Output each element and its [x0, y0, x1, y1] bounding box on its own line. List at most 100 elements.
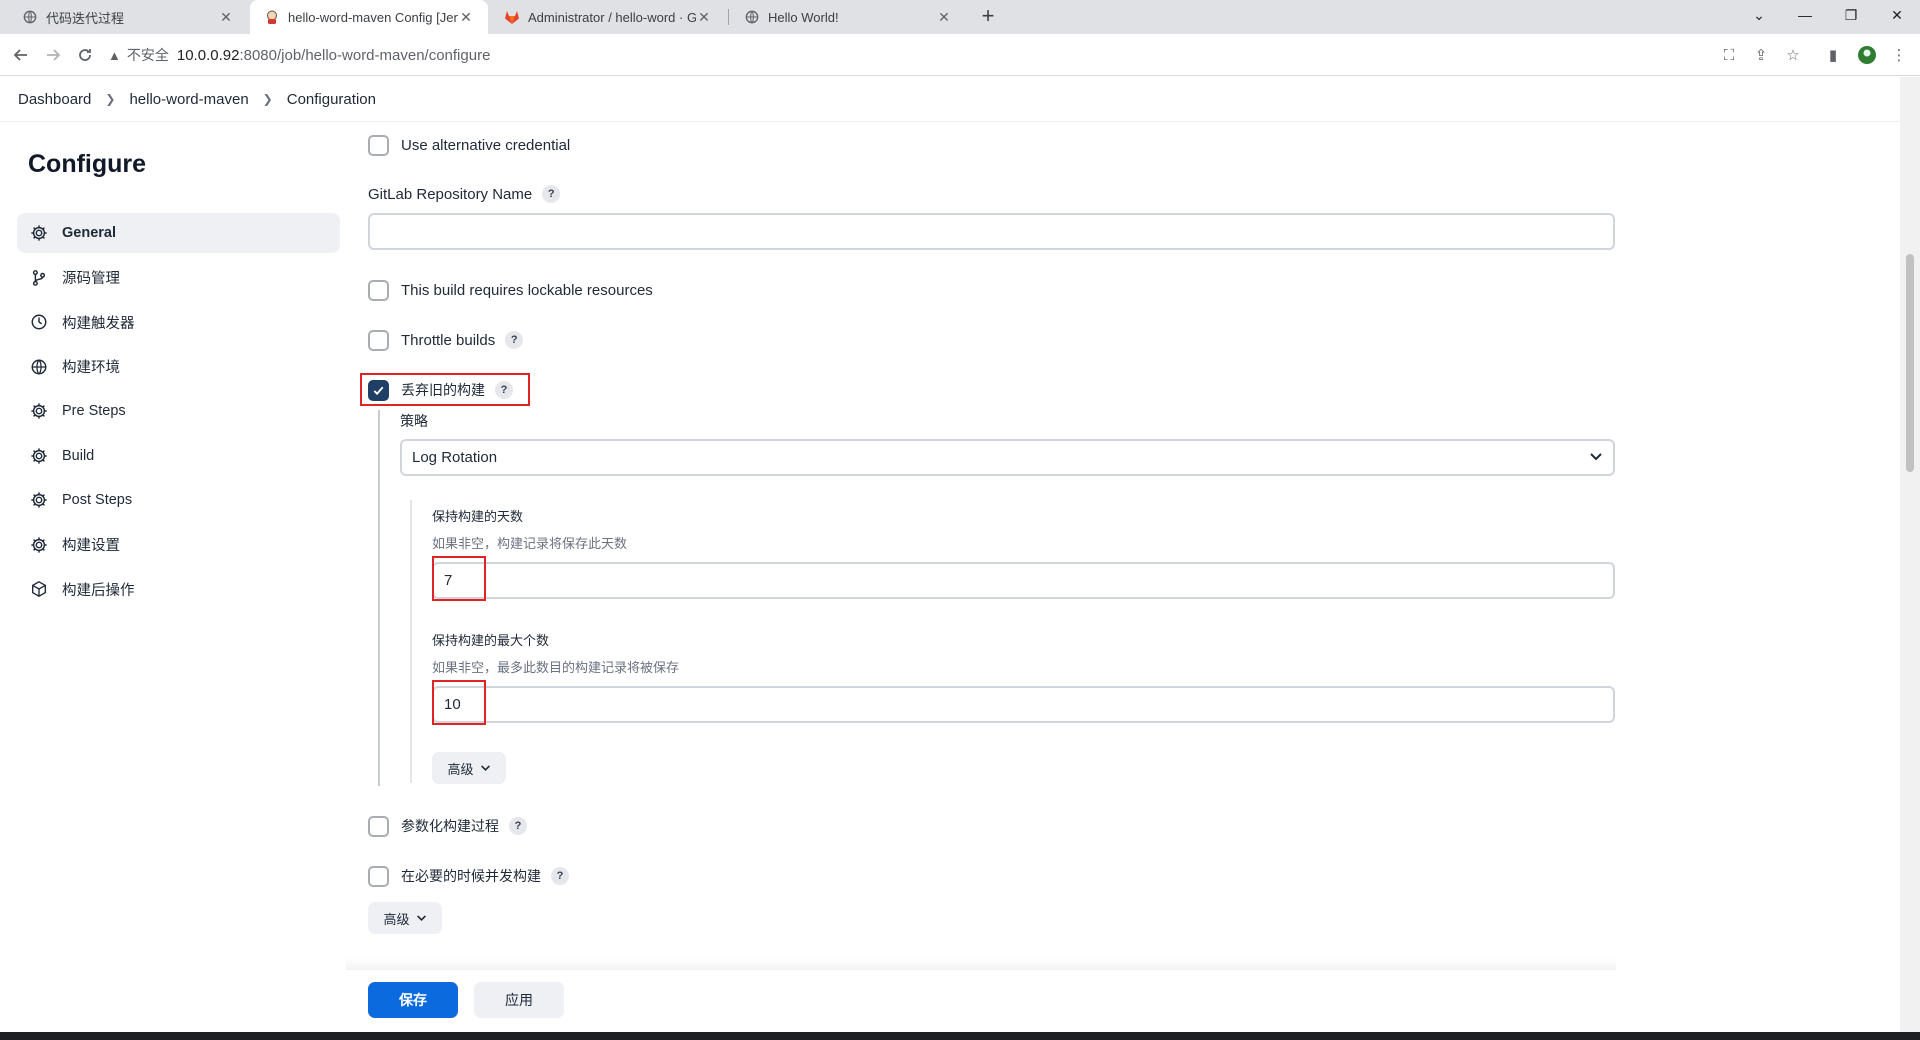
taskbar-edge	[0, 1032, 1920, 1040]
url-field[interactable]: ▲ 不安全 10.0.0.92 :8080/job/hello-word-mav…	[108, 40, 1708, 70]
sidebar-item-label: 构建环境	[62, 360, 120, 376]
share-icon[interactable]: ⇪	[1750, 44, 1772, 66]
parameterized-option: 参数化构建过程 ?	[368, 814, 527, 838]
back-button[interactable]	[8, 42, 34, 68]
sidebar-item-build-settings[interactable]: 构建设置	[17, 525, 340, 565]
forward-button[interactable]	[40, 42, 66, 68]
highlight-box	[432, 680, 486, 725]
jenkins-icon	[264, 9, 280, 25]
max-builds-input[interactable]: 10	[432, 686, 1615, 723]
browser-tab-bar: 代码迭代过程 ✕ hello-word-maven Config [Jen ✕ …	[0, 0, 1920, 34]
gitlab-repo-input[interactable]	[368, 213, 1615, 250]
gear-icon	[29, 446, 49, 466]
parameterized-checkbox[interactable]	[368, 815, 389, 837]
side-panel-icon[interactable]: ▮	[1822, 44, 1844, 66]
throttle-option: Throttle builds ?	[368, 328, 524, 352]
sidebar-item-post-build[interactable]: 构建后操作	[17, 569, 340, 609]
sidebar-item-label: 构建后操作	[62, 582, 135, 599]
scrollbar-track	[1900, 77, 1920, 1032]
days-to-keep-label: 保持构建的天数	[432, 509, 524, 524]
breadcrumb: Dashboard ❯ hello-word-maven ❯ Configura…	[0, 77, 1900, 122]
save-button[interactable]: 保存	[368, 982, 458, 1018]
lockable-option: This build requires lockable resources	[368, 278, 653, 302]
sidebar-nav: General 源码管理 构建触发器 构建环境 Pre Steps Build …	[17, 213, 340, 614]
lockable-checkbox[interactable]	[368, 279, 389, 301]
close-window-button[interactable]: ✕	[1874, 0, 1920, 30]
advanced-label: 高级	[447, 761, 474, 777]
minimize-button[interactable]: —	[1782, 0, 1828, 30]
alt-credential-option: Use alternative credential	[368, 133, 570, 157]
throttle-checkbox[interactable]	[368, 329, 389, 351]
gitlab-repo-label-row: GitLab Repository Name ?	[368, 181, 561, 207]
max-builds-label: 保持构建的最大个数	[432, 633, 550, 648]
lockable-label: This build requires lockable resources	[401, 281, 653, 299]
sidebar-item-pre-steps[interactable]: Pre Steps	[17, 391, 340, 431]
clock-icon	[29, 312, 49, 332]
url-host: 10.0.0.92	[176, 46, 240, 64]
days-to-keep-hint: 如果非空，构建记录将保存此天数	[432, 536, 628, 551]
strategy-select[interactable]: Log Rotation	[400, 439, 1615, 476]
breadcrumb-dashboard[interactable]: Dashboard	[18, 91, 91, 108]
gear-icon	[29, 490, 49, 510]
sidebar-item-build[interactable]: Build	[17, 436, 340, 476]
scrollbar-thumb[interactable]	[1906, 254, 1914, 472]
tab-title: Hello World!	[768, 9, 839, 25]
strategy-selected-value: Log Rotation	[412, 449, 498, 466]
days-to-keep-input[interactable]: 7	[432, 562, 1615, 599]
advanced-button-outer[interactable]: 高级	[368, 902, 442, 934]
browser-tab-active[interactable]: hello-word-maven Config [Jen ✕	[250, 0, 488, 34]
gitlab-repo-label: GitLab Repository Name	[368, 185, 533, 203]
chevron-down-icon	[416, 911, 427, 926]
help-icon[interactable]: ?	[505, 331, 524, 349]
section-indent-line	[378, 410, 380, 786]
strategy-label: 策略	[400, 413, 428, 429]
breadcrumb-configuration[interactable]: Configuration	[287, 91, 376, 108]
security-label: 不安全	[126, 47, 169, 63]
highlight-box	[432, 556, 486, 601]
alt-credential-checkbox[interactable]	[368, 134, 389, 156]
browser-tab[interactable]: 代码迭代过程 ✕	[8, 0, 248, 34]
sidebar-item-post-steps[interactable]: Post Steps	[17, 480, 340, 520]
chevron-down-icon	[480, 761, 491, 776]
apply-button[interactable]: 应用	[474, 982, 564, 1018]
gear-icon	[29, 535, 49, 555]
restore-button[interactable]: ❐	[1828, 0, 1874, 30]
globe-icon	[22, 9, 38, 25]
tab-search-icon[interactable]: ⌄	[1736, 0, 1782, 30]
parameterized-label: 参数化构建过程	[401, 818, 499, 834]
bookmark-star-icon[interactable]: ☆	[1782, 44, 1804, 66]
footer-divider	[346, 958, 1616, 970]
git-branch-icon	[29, 268, 49, 288]
help-icon[interactable]: ?	[542, 185, 561, 203]
sidebar-item-environment[interactable]: 构建环境	[17, 347, 340, 387]
help-icon[interactable]: ?	[551, 867, 569, 885]
page-title: Configure	[28, 150, 147, 178]
browser-tab[interactable]: Hello World! ✕	[730, 0, 966, 34]
close-icon[interactable]: ✕	[458, 9, 474, 26]
more-menu-icon[interactable]: ⋮	[1888, 44, 1910, 66]
close-icon[interactable]: ✕	[696, 9, 712, 26]
sidebar-item-label: 构建触发器	[62, 315, 135, 332]
gitlab-icon	[504, 9, 520, 25]
breadcrumb-job[interactable]: hello-word-maven	[129, 91, 248, 108]
reload-button[interactable]	[72, 42, 98, 68]
help-icon[interactable]: ?	[509, 817, 527, 835]
gear-icon	[29, 401, 49, 421]
profile-avatar[interactable]	[1856, 44, 1878, 66]
close-icon[interactable]: ✕	[218, 9, 234, 26]
close-icon[interactable]: ✕	[936, 9, 952, 26]
concurrent-checkbox[interactable]	[368, 865, 389, 887]
sidebar-item-triggers[interactable]: 构建触发器	[17, 302, 340, 342]
gear-icon	[29, 223, 49, 243]
translate-icon[interactable]: ⛶	[1718, 44, 1740, 66]
globe-icon	[744, 9, 760, 25]
sidebar-item-label: Post Steps	[62, 492, 133, 508]
new-tab-button[interactable]: +	[975, 4, 1001, 30]
advanced-button-inner[interactable]: 高级	[432, 752, 506, 784]
globe-icon	[29, 357, 49, 377]
sidebar-item-source-control[interactable]: 源码管理	[17, 258, 340, 298]
chevron-right-icon: ❯	[262, 92, 273, 106]
sidebar-item-general[interactable]: General	[17, 213, 340, 253]
package-icon	[29, 579, 49, 599]
browser-tab[interactable]: Administrator / hello-word · G ✕	[490, 0, 726, 34]
